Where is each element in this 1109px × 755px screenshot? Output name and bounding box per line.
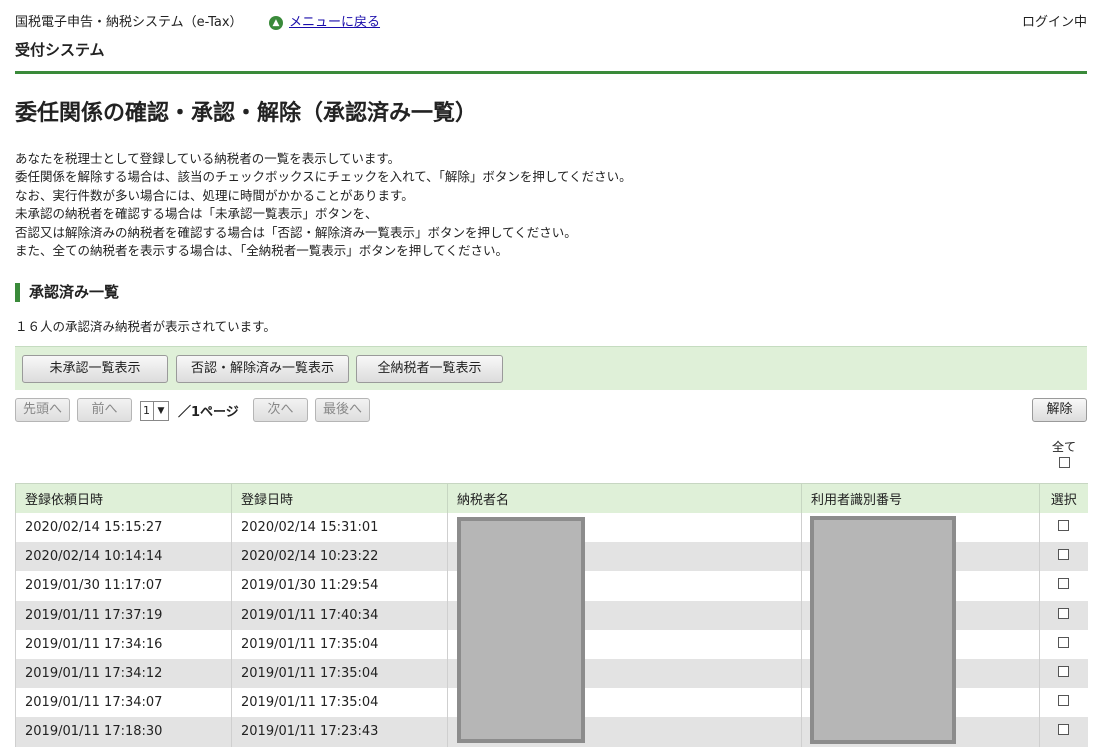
description-line: 否認又は解除済みの納税者を確認する場合は「否認・解除済み一覧表示」ボタンを押して… <box>15 224 577 240</box>
description-line: 委任関係を解除する場合は、該当のチェックボックスにチェックを入れて、「解除」ボタ… <box>15 169 632 185</box>
cell-select[interactable] <box>1039 717 1088 747</box>
section-title: 承認済み一覧 <box>15 283 119 302</box>
redaction-block-name <box>457 517 585 743</box>
system-name: 国税電子申告・納税システム（e-Tax） <box>15 15 243 30</box>
page-total: ／1ページ <box>178 405 239 420</box>
select-all-label: 全て <box>1051 440 1076 454</box>
select-all[interactable]: 全て <box>1045 439 1083 473</box>
cell-select[interactable] <box>1039 571 1088 601</box>
redaction-block-id <box>810 516 956 744</box>
cell-registered: 2019/01/11 17:23:43 <box>231 717 448 747</box>
row-checkbox[interactable] <box>1058 636 1070 648</box>
result-count: １６人の承認済み納税者が表示されています。 <box>15 319 276 334</box>
page-title: 委任関係の確認・承認・解除（承認済み一覧） <box>15 101 478 126</box>
cell-select[interactable] <box>1039 542 1088 572</box>
unapproved-list-button[interactable]: 未承認一覧表示 <box>22 355 168 383</box>
description-line: あなたを税理士として登録している納税者の一覧を表示しています。 <box>15 151 401 166</box>
column-header-registered: 登録日時 <box>231 483 448 513</box>
cell-registered: 2019/01/11 17:35:04 <box>231 688 448 718</box>
cell-registered: 2019/01/11 17:35:04 <box>231 658 448 689</box>
cell-select[interactable] <box>1039 513 1088 543</box>
cell-registered: 2019/01/11 17:35:04 <box>231 629 448 659</box>
subsystem-title: 受付システム <box>15 41 105 59</box>
row-checkbox[interactable] <box>1058 666 1070 678</box>
cell-requested: 2019/01/11 17:37:19 <box>15 600 232 630</box>
cell-select[interactable] <box>1039 600 1088 630</box>
description-line: 未承認の納税者を確認する場合は「未承認一覧表示」ボタンを、 <box>15 206 378 222</box>
table-header-row: 登録依頼日時 登録日時 納税者名 利用者識別番号 選択 <box>15 483 1088 513</box>
rejected-list-button[interactable]: 否認・解除済み一覧表示 <box>176 355 349 383</box>
chevron-down-icon: ▼ <box>153 402 168 420</box>
cell-requested: 2019/01/11 17:34:16 <box>15 629 232 659</box>
cell-requested: 2019/01/11 17:34:07 <box>15 688 232 718</box>
top-bar: 国税電子申告・納税システム（e-Tax） ▲ メニューに戻る ログイン中 <box>15 11 1087 30</box>
row-checkbox[interactable] <box>1058 724 1070 736</box>
cell-requested: 2019/01/30 11:17:07 <box>15 571 232 601</box>
header-divider <box>15 71 1087 74</box>
cell-requested: 2019/01/11 17:34:12 <box>15 658 232 689</box>
back-to-menu-link[interactable]: メニューに戻る <box>289 15 380 30</box>
row-checkbox[interactable] <box>1058 549 1070 561</box>
column-header-user-id: 利用者識別番号 <box>801 483 1040 513</box>
description-line: また、全ての納税者を表示する場合は、「全納税者一覧表示」ボタンを押してください。 <box>15 243 509 259</box>
row-checkbox[interactable] <box>1058 695 1070 707</box>
description-line: なお、実行件数が多い場合には、処理に時間がかかることがあります。 <box>15 187 414 203</box>
filter-bar: 未承認一覧表示 否認・解除済み一覧表示 全納税者一覧表示 <box>15 346 1087 390</box>
next-page-button[interactable]: 次へ <box>253 398 308 422</box>
cell-select[interactable] <box>1039 658 1088 689</box>
cell-registered: 2019/01/30 11:29:54 <box>231 571 448 601</box>
cell-requested: 2020/02/14 10:14:14 <box>15 542 232 572</box>
login-status: ログイン中 <box>1021 15 1087 30</box>
cell-registered: 2019/01/11 17:40:34 <box>231 600 448 630</box>
cell-registered: 2020/02/14 10:23:22 <box>231 542 448 572</box>
page-select[interactable]: 1 ▼ <box>140 401 169 421</box>
column-header-select: 選択 <box>1039 483 1088 513</box>
cell-registered: 2020/02/14 15:31:01 <box>231 513 448 543</box>
last-page-button[interactable]: 最後へ <box>315 398 370 422</box>
row-checkbox[interactable] <box>1058 520 1070 532</box>
all-taxpayers-button[interactable]: 全納税者一覧表示 <box>356 355 503 383</box>
cell-select[interactable] <box>1039 688 1088 718</box>
cell-requested: 2019/01/11 17:18:30 <box>15 717 232 747</box>
cell-select[interactable] <box>1039 629 1088 659</box>
column-header-name: 納税者名 <box>447 483 802 513</box>
row-checkbox[interactable] <box>1058 607 1070 619</box>
prev-page-button[interactable]: 前へ <box>77 398 132 422</box>
first-page-button[interactable]: 先頭へ <box>15 398 70 422</box>
row-checkbox[interactable] <box>1058 578 1070 590</box>
release-button[interactable]: 解除 <box>1032 398 1087 422</box>
column-header-requested: 登録依頼日時 <box>15 483 232 513</box>
select-all-checkbox[interactable] <box>1058 457 1070 468</box>
back-to-menu[interactable]: ▲ メニューに戻る <box>269 11 380 30</box>
cell-requested: 2020/02/14 15:15:27 <box>15 513 232 543</box>
chevron-up-icon: ▲ <box>269 16 283 30</box>
pagination: 先頭へ 前へ 1 ▼ ／1ページ 次へ 最後へ 解除 <box>15 398 1087 424</box>
description: あなたを税理士として登録している納税者の一覧を表示しています。 委任関係を解除す… <box>15 150 632 260</box>
page-select-value: 1 <box>143 404 150 417</box>
